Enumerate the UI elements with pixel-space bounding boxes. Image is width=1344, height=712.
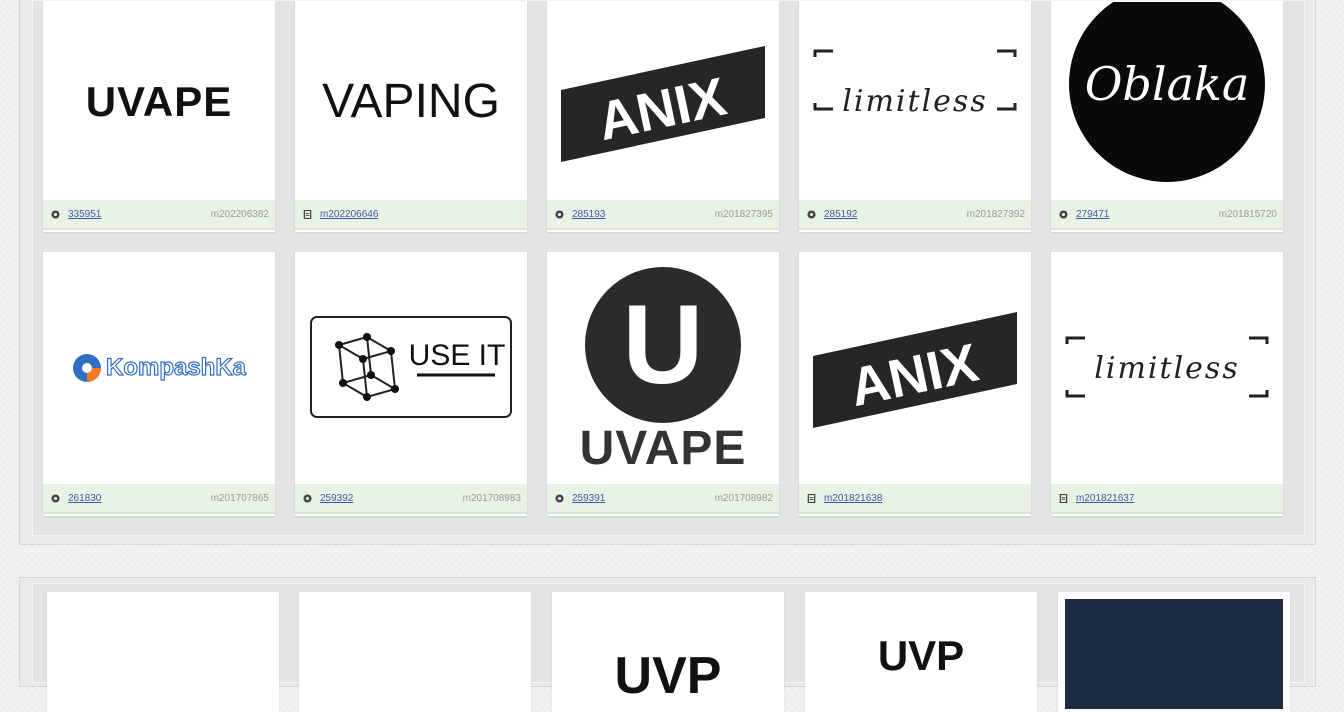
card-footer: 259391 m201708982 bbox=[547, 484, 779, 514]
registration-code-link[interactable]: m201821637 bbox=[1076, 493, 1134, 504]
trademark-card[interactable]: limitless 285192 m201827392 bbox=[799, 1, 1031, 232]
logo-limitless-brackets bbox=[1065, 336, 1269, 398]
eye-icon bbox=[555, 209, 564, 219]
logo-anix-graphic: ANIX bbox=[813, 312, 1017, 428]
trademark-logo[interactable]: UVP bbox=[805, 592, 1037, 712]
logo-use-it-graphic: USE IT bbox=[310, 316, 512, 418]
trademark-logo[interactable]: limitless bbox=[799, 1, 1031, 202]
registration-code: m201707865 bbox=[210, 492, 269, 504]
application-number-link[interactable]: 279471 bbox=[1076, 209, 1109, 220]
trademark-card[interactable]: U UVAPE 259391 m201708982 bbox=[547, 252, 779, 516]
logo-dark-tile bbox=[1065, 599, 1283, 709]
trademark-card[interactable] bbox=[47, 592, 279, 712]
trademark-logo[interactable]: Oblaka bbox=[1051, 1, 1283, 202]
trademark-card[interactable]: ANIX m201821638 bbox=[799, 252, 1031, 516]
document-icon bbox=[807, 493, 816, 503]
registration-code-link[interactable]: m201821638 bbox=[824, 493, 882, 504]
application-number-link[interactable]: 261830 bbox=[68, 493, 101, 504]
registration-code: m201827392 bbox=[966, 208, 1025, 220]
trademark-logo[interactable]: KompashKa bbox=[43, 252, 275, 484]
trademark-logo[interactable]: ANIX bbox=[799, 252, 1031, 484]
logo-use-it-text: USE IT bbox=[409, 339, 506, 372]
trademark-card[interactable]: USE IT 259392 m201708983 bbox=[295, 252, 527, 516]
card-footer: m201821637 bbox=[1051, 484, 1283, 514]
logo-kompashka: KompashKa bbox=[105, 353, 247, 381]
logo-oblaka-graphic: Oblaka bbox=[1069, 1, 1265, 182]
card-footer: 285192 m201827392 bbox=[799, 200, 1031, 230]
card-footer: m201821638 bbox=[799, 484, 1031, 514]
eye-icon bbox=[1059, 209, 1068, 219]
trademark-logo[interactable] bbox=[299, 592, 531, 712]
trademark-card[interactable]: UVP bbox=[805, 592, 1037, 712]
eye-icon bbox=[555, 493, 564, 503]
card-footer: m202206646 bbox=[295, 200, 527, 230]
logo-uvape-letter: U bbox=[623, 282, 704, 407]
logo-uvape: UVAPE bbox=[85, 77, 233, 125]
eye-icon bbox=[51, 209, 60, 219]
trademark-logo[interactable]: UVAPE bbox=[43, 1, 275, 202]
logo-oblaka-text: Oblaka bbox=[1085, 57, 1250, 111]
logo-uvp: UVP bbox=[877, 632, 965, 679]
trademark-card[interactable]: KompashKa 261830 m201707865 bbox=[43, 252, 275, 516]
trademark-card[interactable]: ANIX 285193 m201827395 bbox=[547, 1, 779, 232]
kompashka-logo-mark bbox=[72, 354, 101, 382]
card-footer: 279471 m201815720 bbox=[1051, 200, 1283, 230]
logo-uvape-circle: U bbox=[585, 266, 741, 423]
registration-code: m201708983 bbox=[462, 492, 521, 504]
trademark-card[interactable] bbox=[1058, 592, 1290, 712]
registration-code: m201815720 bbox=[1218, 208, 1277, 220]
application-number-link[interactable]: 285193 bbox=[572, 209, 605, 220]
trademark-logo[interactable]: U UVAPE bbox=[547, 252, 779, 484]
eye-icon bbox=[807, 209, 816, 219]
logo-anix-graphic: ANIX bbox=[561, 45, 765, 162]
card-footer: 335951 m202206382 bbox=[43, 200, 275, 230]
trademark-logo[interactable]: USE IT bbox=[295, 252, 527, 484]
trademark-card[interactable]: VAPING m202206646 bbox=[295, 1, 527, 232]
logo-uvape: UVAPE bbox=[579, 421, 747, 475]
trademark-card[interactable]: Oblaka 279471 m201815720 bbox=[1051, 1, 1283, 232]
card-footer: 259392 m201708983 bbox=[295, 484, 527, 514]
results-panel-bottom: UVP UVP bbox=[19, 577, 1316, 712]
registration-code-link[interactable]: m202206646 bbox=[320, 209, 378, 220]
trademark-card[interactable]: UVAPE 335951 m202206382 bbox=[43, 1, 275, 232]
trademark-logo[interactable] bbox=[1058, 592, 1290, 712]
results-grid-bottom: UVP UVP bbox=[32, 583, 1305, 712]
registration-code: m201827395 bbox=[714, 208, 773, 220]
application-number-link[interactable]: 259392 bbox=[320, 493, 353, 504]
document-icon bbox=[1059, 493, 1068, 503]
eye-icon bbox=[51, 493, 60, 503]
application-number-link[interactable]: 285192 bbox=[824, 209, 857, 220]
trademark-logo[interactable] bbox=[47, 592, 279, 712]
results-panel-top: UVAPE 335951 m202206382 VAPING m20220664… bbox=[19, 0, 1316, 545]
trademark-card[interactable]: limitless m201821637 bbox=[1051, 252, 1283, 516]
registration-code: m201708982 bbox=[714, 492, 773, 504]
application-number-link[interactable]: 259391 bbox=[572, 493, 605, 504]
trademark-logo[interactable]: UVP bbox=[552, 592, 784, 712]
application-number-link[interactable]: 335951 bbox=[68, 209, 101, 220]
document-icon bbox=[303, 209, 312, 219]
trademark-logo[interactable]: VAPING bbox=[295, 1, 527, 202]
logo-vaping: VAPING bbox=[322, 75, 500, 128]
trademark-logo[interactable]: ANIX bbox=[547, 1, 779, 202]
eye-icon bbox=[303, 493, 312, 503]
trademark-logo[interactable]: limitless bbox=[1051, 252, 1283, 484]
logo-limitless-brackets bbox=[813, 49, 1017, 111]
trademark-card[interactable] bbox=[299, 592, 531, 712]
results-grid-top: UVAPE 335951 m202206382 VAPING m20220664… bbox=[32, 0, 1305, 536]
card-footer: 285193 m201827395 bbox=[547, 200, 779, 230]
trademark-card[interactable]: UVP bbox=[552, 592, 784, 712]
card-footer: 261830 m201707865 bbox=[43, 484, 275, 514]
registration-code: m202206382 bbox=[210, 208, 269, 220]
logo-uvp: UVP bbox=[614, 647, 722, 705]
